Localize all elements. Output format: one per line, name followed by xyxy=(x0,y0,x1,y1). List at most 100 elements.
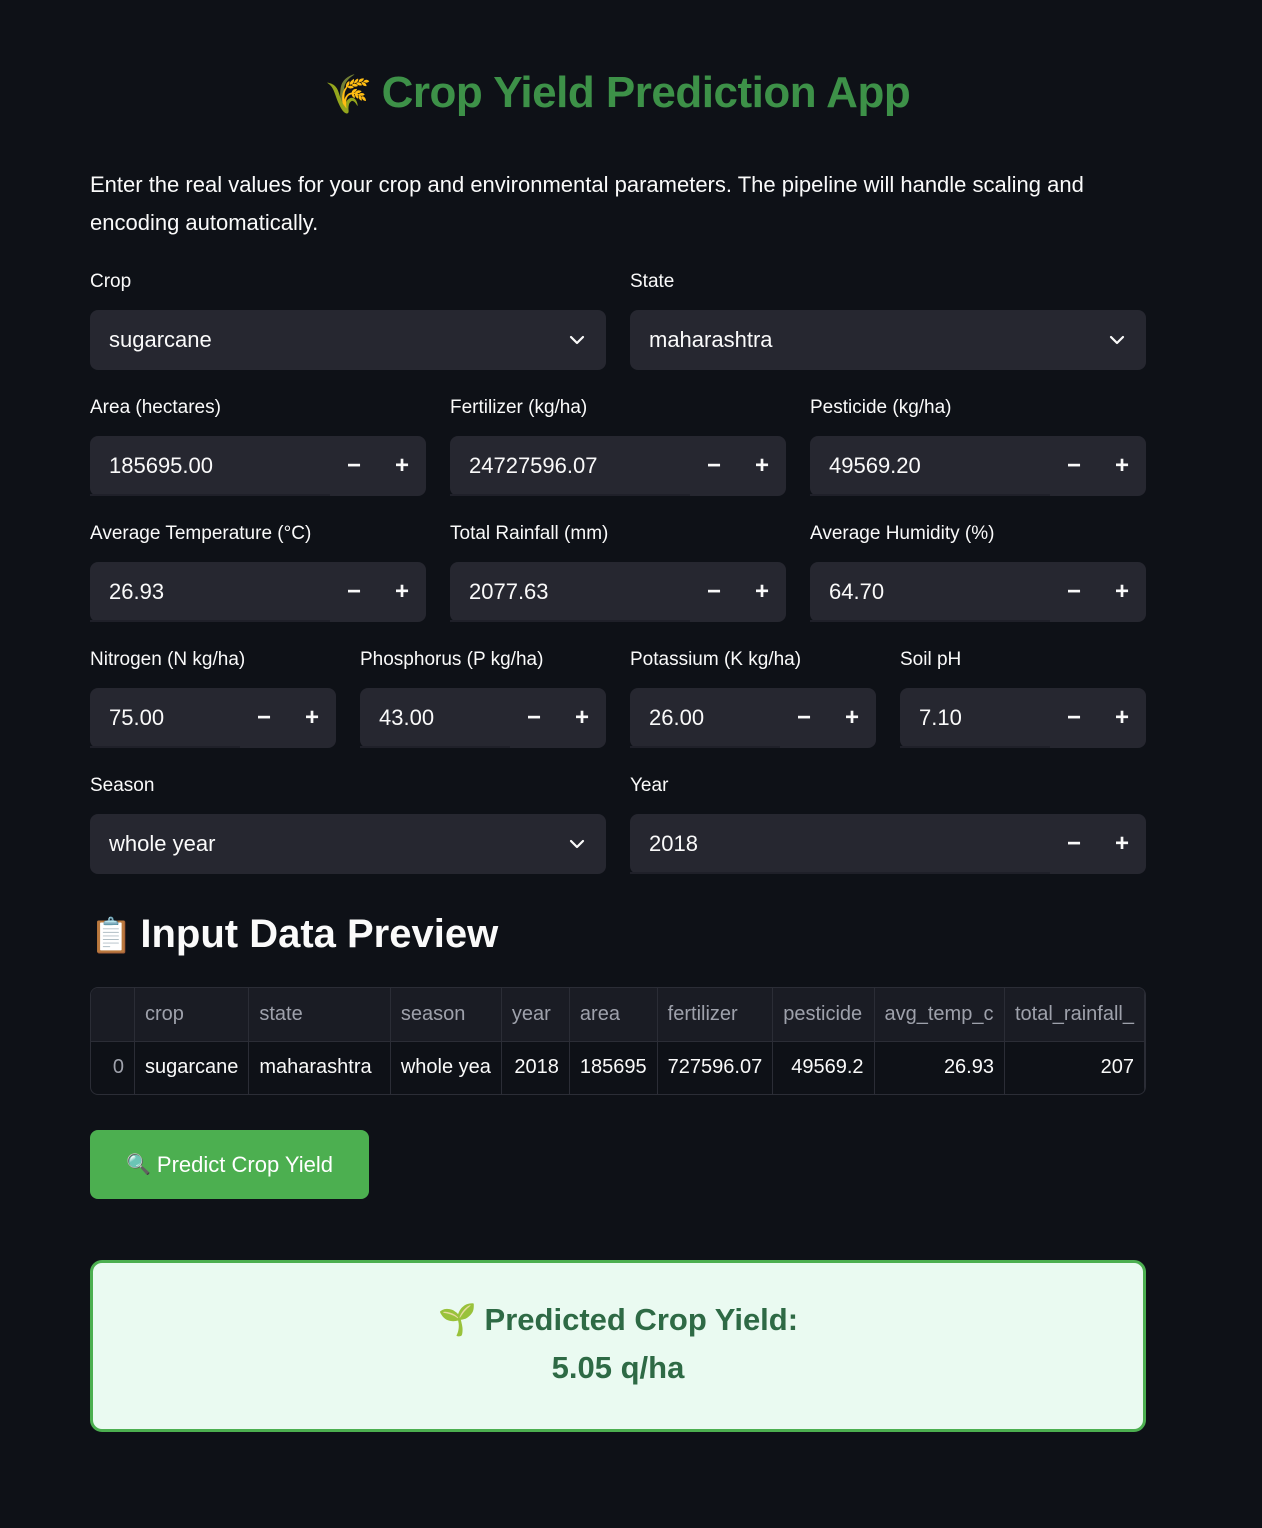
phosphorus-input[interactable]: 43.00 − + xyxy=(360,688,606,748)
avg-temp-input[interactable]: 26.93 − + xyxy=(90,562,426,622)
area-increment-button[interactable]: + xyxy=(378,436,426,496)
input-underline xyxy=(810,494,1050,496)
pesticide-input[interactable]: 49569.20 − + xyxy=(810,436,1146,496)
total-rainfall-input[interactable]: 2077.63 − + xyxy=(450,562,786,622)
column-header[interactable] xyxy=(91,988,135,1042)
potassium-increment-button[interactable]: + xyxy=(828,688,876,748)
crop-select[interactable]: sugarcane xyxy=(90,310,606,370)
pesticide-increment-button[interactable]: + xyxy=(1098,436,1146,496)
magnifier-icon: 🔍 xyxy=(126,1154,151,1176)
table-cell: sugarcane xyxy=(134,1041,250,1094)
potassium-stepper: − + xyxy=(780,688,876,748)
soil-ph-value: 7.10 xyxy=(919,705,962,730)
prediction-label-text: Predicted Crop Yield: xyxy=(484,1302,799,1337)
table-cell: 26.93 xyxy=(874,1041,1005,1094)
potassium-decrement-button[interactable]: − xyxy=(780,688,828,748)
state-select[interactable]: maharashtra xyxy=(630,310,1146,370)
column-header[interactable]: crop xyxy=(134,988,250,1042)
table-cell: maharashtra xyxy=(248,1041,391,1094)
nitrogen-decrement-button[interactable]: − xyxy=(240,688,288,748)
column-header[interactable]: fertilizer xyxy=(657,988,774,1042)
input-underline xyxy=(90,494,330,496)
total-rainfall-increment-button[interactable]: + xyxy=(738,562,786,622)
column-header[interactable]: area xyxy=(569,988,658,1042)
column-header[interactable]: state xyxy=(248,988,391,1042)
potassium-value: 26.00 xyxy=(649,705,705,730)
prediction-value: 5.05 q/ha xyxy=(551,1350,685,1385)
fertilizer-label: Fertilizer (kg/ha) xyxy=(450,397,588,418)
total-rainfall-value: 2077.63 xyxy=(469,579,549,604)
input-underline xyxy=(450,494,690,496)
potassium-input[interactable]: 26.00 − + xyxy=(630,688,876,748)
column-header[interactable]: pesticide xyxy=(772,988,875,1042)
phosphorus-stepper: − + xyxy=(510,688,606,748)
input-underline xyxy=(90,620,330,622)
avg-humidity-decrement-button[interactable]: − xyxy=(1050,562,1098,622)
table-header-row: crop state season year area fertilizer p… xyxy=(91,988,1145,1042)
area-input[interactable]: 185695.00 − + xyxy=(90,436,426,496)
total-rainfall-decrement-button[interactable]: − xyxy=(690,562,738,622)
season-select[interactable]: whole year xyxy=(90,814,606,874)
avg-temp-stepper: − + xyxy=(330,562,426,622)
predict-button[interactable]: 🔍 Predict Crop Yield xyxy=(90,1130,369,1199)
avg-temp-decrement-button[interactable]: − xyxy=(330,562,378,622)
pesticide-decrement-button[interactable]: − xyxy=(1050,436,1098,496)
year-decrement-button[interactable]: − xyxy=(1050,814,1098,874)
total-rainfall-field: Total Rainfall (mm) 2077.63 − + xyxy=(450,521,786,622)
phosphorus-value: 43.00 xyxy=(379,705,435,730)
soil-ph-input[interactable]: 7.10 − + xyxy=(900,688,1146,748)
column-header[interactable]: total_rainfall_ xyxy=(1004,988,1145,1042)
preview-table[interactable]: crop state season year area fertilizer p… xyxy=(90,987,1146,1095)
preview-heading-text: Input Data Preview xyxy=(140,912,499,956)
prediction-label: 🌱 Predicted Crop Yield: xyxy=(93,1301,1143,1338)
area-label: Area (hectares) xyxy=(90,397,221,418)
soil-ph-field: Soil pH 7.10 − + xyxy=(900,647,1146,748)
preview-table-grid: crop state season year area fertilizer p… xyxy=(91,988,1145,1094)
state-select-value: maharashtra xyxy=(649,327,773,352)
nitrogen-input[interactable]: 75.00 − + xyxy=(90,688,336,748)
avg-temp-increment-button[interactable]: + xyxy=(378,562,426,622)
area-decrement-button[interactable]: − xyxy=(330,436,378,496)
predict-button-label: Predict Crop Yield xyxy=(156,1151,333,1177)
table-cell: 0 xyxy=(91,1041,135,1094)
year-label: Year xyxy=(630,775,669,796)
season-field: Season whole year xyxy=(90,773,606,874)
fertilizer-input[interactable]: 24727596.07 − + xyxy=(450,436,786,496)
year-stepper: − + xyxy=(1050,814,1146,874)
pesticide-value: 49569.20 xyxy=(829,453,921,478)
input-underline xyxy=(900,746,1050,748)
phosphorus-decrement-button[interactable]: − xyxy=(510,688,558,748)
column-header[interactable]: season xyxy=(390,988,502,1042)
nitrogen-label: Nitrogen (N kg/ha) xyxy=(90,649,246,670)
avg-temp-field: Average Temperature (°C) 26.93 − + xyxy=(90,521,426,622)
avg-humidity-input[interactable]: 64.70 − + xyxy=(810,562,1146,622)
avg-humidity-increment-button[interactable]: + xyxy=(1098,562,1146,622)
crop-select-value: sugarcane xyxy=(109,327,212,352)
potassium-label: Potassium (K kg/ha) xyxy=(630,649,802,670)
nitrogen-value: 75.00 xyxy=(109,705,165,730)
year-increment-button[interactable]: + xyxy=(1098,814,1146,874)
chevron-down-icon xyxy=(569,335,585,345)
crop-field: Crop sugarcane xyxy=(90,269,606,370)
fertilizer-decrement-button[interactable]: − xyxy=(690,436,738,496)
column-header[interactable]: year xyxy=(501,988,570,1042)
total-rainfall-stepper: − + xyxy=(690,562,786,622)
soil-ph-decrement-button[interactable]: − xyxy=(1050,688,1098,748)
column-header[interactable]: avg_temp_c xyxy=(874,988,1005,1042)
soil-ph-increment-button[interactable]: + xyxy=(1098,688,1146,748)
area-stepper: − + xyxy=(330,436,426,496)
fertilizer-value: 24727596.07 xyxy=(469,453,598,478)
year-input[interactable]: 2018 − + xyxy=(630,814,1146,874)
phosphorus-field: Phosphorus (P kg/ha) 43.00 − + xyxy=(360,647,606,748)
phosphorus-label: Phosphorus (P kg/ha) xyxy=(360,649,544,670)
nitrogen-increment-button[interactable]: + xyxy=(288,688,336,748)
input-underline xyxy=(450,620,690,622)
year-value: 2018 xyxy=(649,831,698,856)
season-label: Season xyxy=(90,775,155,796)
fertilizer-increment-button[interactable]: + xyxy=(738,436,786,496)
year-field: Year 2018 − + xyxy=(630,773,1146,874)
phosphorus-increment-button[interactable]: + xyxy=(558,688,606,748)
area-field: Area (hectares) 185695.00 − + xyxy=(90,395,426,496)
input-underline xyxy=(90,746,240,748)
table-cell: 2018 xyxy=(501,1041,570,1094)
